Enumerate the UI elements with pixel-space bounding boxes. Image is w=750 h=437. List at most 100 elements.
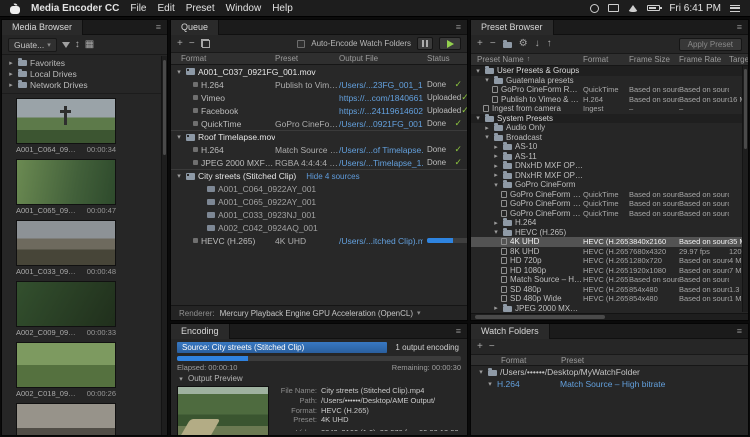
preset-row[interactable]: GoPro CineForm RGB 12-bit with alphaQuic…	[471, 190, 748, 200]
preset-group-row[interactable]: ▾HEVC (H.265)	[471, 228, 748, 238]
preset-row[interactable]: SD 480p WideHEVC (H.265)854x480Based on …	[471, 294, 748, 304]
twirl-open-icon[interactable]: ▾	[483, 76, 491, 84]
watch-folder-row[interactable]: ▾/Users/••••••/Desktop/MyWatchFolder	[471, 366, 748, 378]
preset-group-row[interactable]: ▸DNxHR MXF OP1a	[471, 171, 748, 181]
tree-item-network-drives[interactable]: ▸Network Drives	[2, 79, 167, 90]
twirl-closed-icon[interactable]: ▸	[492, 143, 500, 151]
output-file-link[interactable]: https://...com/184066142	[339, 93, 423, 103]
output-preset[interactable]: RGBA 4:4:4:4 12-bit 8K	[275, 158, 339, 168]
preset-row[interactable]: 8K UHDHEVC (H.265)7680x432029.97 fps120 …	[471, 247, 748, 257]
twirl-open-icon[interactable]: ▾	[477, 368, 485, 376]
media-clip[interactable]: A001_C033_0923NJ_00100:00:48	[16, 220, 157, 276]
queue-source-row[interactable]: ▾Roof Timelapse.mov	[171, 130, 467, 143]
output-preset[interactable]: Match Source – High bitrate	[275, 145, 339, 155]
twirl-open-icon[interactable]: ▾	[474, 114, 482, 122]
menu-app-name[interactable]: Media Encoder CC	[31, 3, 119, 14]
remove-watch-folder-button[interactable]: −	[489, 342, 495, 352]
scrollbar-thumb[interactable]	[744, 69, 747, 149]
collection-dropdown[interactable]: Guate...▾	[8, 38, 57, 52]
twirl-open-icon[interactable]: ▾	[483, 133, 491, 141]
output-file-link[interactable]: https://...24119614602283	[339, 106, 423, 116]
column-format[interactable]: Format	[583, 55, 629, 64]
sort-icon[interactable]: ↕	[75, 40, 80, 50]
preset-row[interactable]: GoPro CineForm YUV 10-bitQuickTimeBased …	[471, 209, 748, 219]
output-file-link[interactable]: /Users/...of Timelapse.mp4	[339, 145, 423, 155]
output-file-link[interactable]: /Users/...0921FG_001.mov	[339, 119, 423, 129]
clip-thumbnail[interactable]	[16, 281, 116, 327]
hide-sources-link[interactable]: Hide 4 sources	[306, 172, 359, 181]
column-preset[interactable]: Preset	[561, 356, 748, 365]
preset-settings-icon[interactable]: ⚙	[519, 39, 528, 49]
preset-group-row[interactable]: ▸DNxHD MXF OP1a	[471, 161, 748, 171]
twirl-open-icon[interactable]: ▾	[492, 181, 500, 189]
queue-clip-row[interactable]: A001_C064_0922AY_001	[171, 182, 467, 195]
twirl-open-icon[interactable]: ▾	[474, 67, 482, 75]
menu-preset[interactable]: Preset	[186, 3, 215, 14]
scrollbar[interactable]	[742, 66, 748, 312]
apple-menu-icon[interactable]	[10, 3, 20, 14]
media-clip[interactable]: A002_C009_0922ZJ_00100:00:33	[16, 281, 157, 337]
column-target-rate[interactable]: Target Rate	[729, 55, 748, 64]
encoding-source-bar[interactable]: Source: City streets (Stitched Clip)	[177, 342, 387, 353]
media-clip[interactable]: A001_C064_0922AY_00100:00:34	[16, 98, 157, 154]
preset-row[interactable]: Match Source – High BitrateHEVC (H.265)B…	[471, 275, 748, 285]
twirl-closed-icon[interactable]: ▸	[492, 162, 500, 170]
twirl-closed-icon[interactable]: ▸	[492, 219, 500, 227]
create-preset-icon[interactable]: +	[477, 39, 483, 49]
preset-row[interactable]: HD 720pHEVC (H.265)1280x720Based on sour…	[471, 256, 748, 266]
preset-group-row[interactable]: ▸AS-11	[471, 152, 748, 162]
queue-source-row[interactable]: ▾City streets (Stitched Clip)Hide 4 sour…	[171, 169, 467, 182]
apply-preset-button[interactable]: Apply Preset	[679, 38, 742, 51]
column-format[interactable]: Format	[171, 54, 275, 63]
output-preset[interactable]: 4K UHD	[275, 236, 339, 246]
watch-output-preset[interactable]: Match Source – High bitrate	[560, 379, 665, 389]
twirl-open-icon[interactable]: ▾	[492, 228, 500, 236]
column-preset-name[interactable]: Preset Name↑	[471, 55, 583, 64]
twirl-open-icon[interactable]: ▾	[175, 133, 183, 141]
twirl-open-icon[interactable]: ▾	[177, 375, 185, 383]
preset-group-row[interactable]: ▾GoPro CineForm	[471, 180, 748, 190]
preset-row[interactable]: GoPro CineForm RGB 12-bit with alpha (Al…	[471, 85, 748, 95]
output-preset[interactable]: GoPro CineForm RGB 12-bit	[275, 119, 339, 129]
twirl-open-icon[interactable]: ▾	[486, 380, 494, 388]
preset-row[interactable]: Publish to Vimeo & FacebookH.264Based on…	[471, 95, 748, 105]
output-preview-toggle[interactable]: ▾ Output Preview	[171, 373, 467, 384]
encoding-tab[interactable]: Encoding	[171, 324, 230, 339]
menu-window[interactable]: Window	[226, 3, 262, 14]
queue-output-row[interactable]: QuickTimeGoPro CineForm RGB 12-bit/Users…	[171, 117, 467, 130]
queue-clip-row[interactable]: A001_C065_0922AY_001	[171, 195, 467, 208]
column-preset[interactable]: Preset	[275, 54, 339, 63]
media-browser-tab[interactable]: Media Browser	[2, 20, 83, 35]
sync-status-icon[interactable]	[590, 4, 599, 13]
preset-group-row[interactable]: ▾System Presets	[471, 114, 748, 124]
clip-thumbnail[interactable]	[16, 159, 116, 205]
menu-edit[interactable]: Edit	[157, 3, 174, 14]
twirl-closed-icon[interactable]: ▸	[492, 171, 500, 179]
output-file-link[interactable]: /Users/...itched Clip).mp4	[339, 236, 423, 246]
twirl-closed-icon[interactable]: ▸	[7, 70, 15, 78]
clip-thumbnail[interactable]	[16, 220, 116, 266]
twirl-open-icon[interactable]: ▾	[175, 172, 183, 180]
tree-item-local-drives[interactable]: ▸Local Drives	[2, 68, 167, 79]
watch-output-format[interactable]: H.264	[497, 379, 557, 389]
thumbnail-view-icon[interactable]: ▦	[85, 40, 94, 50]
menu-file[interactable]: File	[130, 3, 146, 14]
preset-row-selected[interactable]: 4K UHDHEVC (H.265)3840x2160Based on sour…	[471, 237, 748, 247]
media-clip[interactable]: A002_C018_0922BW_00100:00:26	[16, 342, 157, 398]
column-frame-rate[interactable]: Frame Rate	[679, 55, 729, 64]
queue-clip-row[interactable]: A002_C042_0924AQ_001	[171, 221, 467, 234]
pause-queue-button[interactable]	[417, 37, 433, 50]
battery-icon[interactable]	[647, 5, 660, 11]
column-frame-size[interactable]: Frame Size	[629, 55, 679, 64]
filter-icon[interactable]	[62, 42, 70, 48]
preset-row[interactable]: HD 1080pHEVC (H.265)1920x1080Based on so…	[471, 266, 748, 276]
output-file-link[interactable]: /Users/...23FG_001_1.mp4	[339, 80, 423, 90]
column-status[interactable]: Status	[423, 54, 467, 63]
clip-thumbnail[interactable]	[16, 342, 116, 388]
add-source-button[interactable]: +	[177, 39, 183, 49]
tree-item-favorites[interactable]: ▸Favorites	[2, 57, 167, 68]
panel-menu-icon[interactable]: ≡	[150, 22, 167, 32]
clip-thumbnail[interactable]	[16, 403, 116, 435]
twirl-closed-icon[interactable]: ▸	[7, 59, 15, 67]
export-preset-icon[interactable]: ↑	[547, 39, 552, 49]
